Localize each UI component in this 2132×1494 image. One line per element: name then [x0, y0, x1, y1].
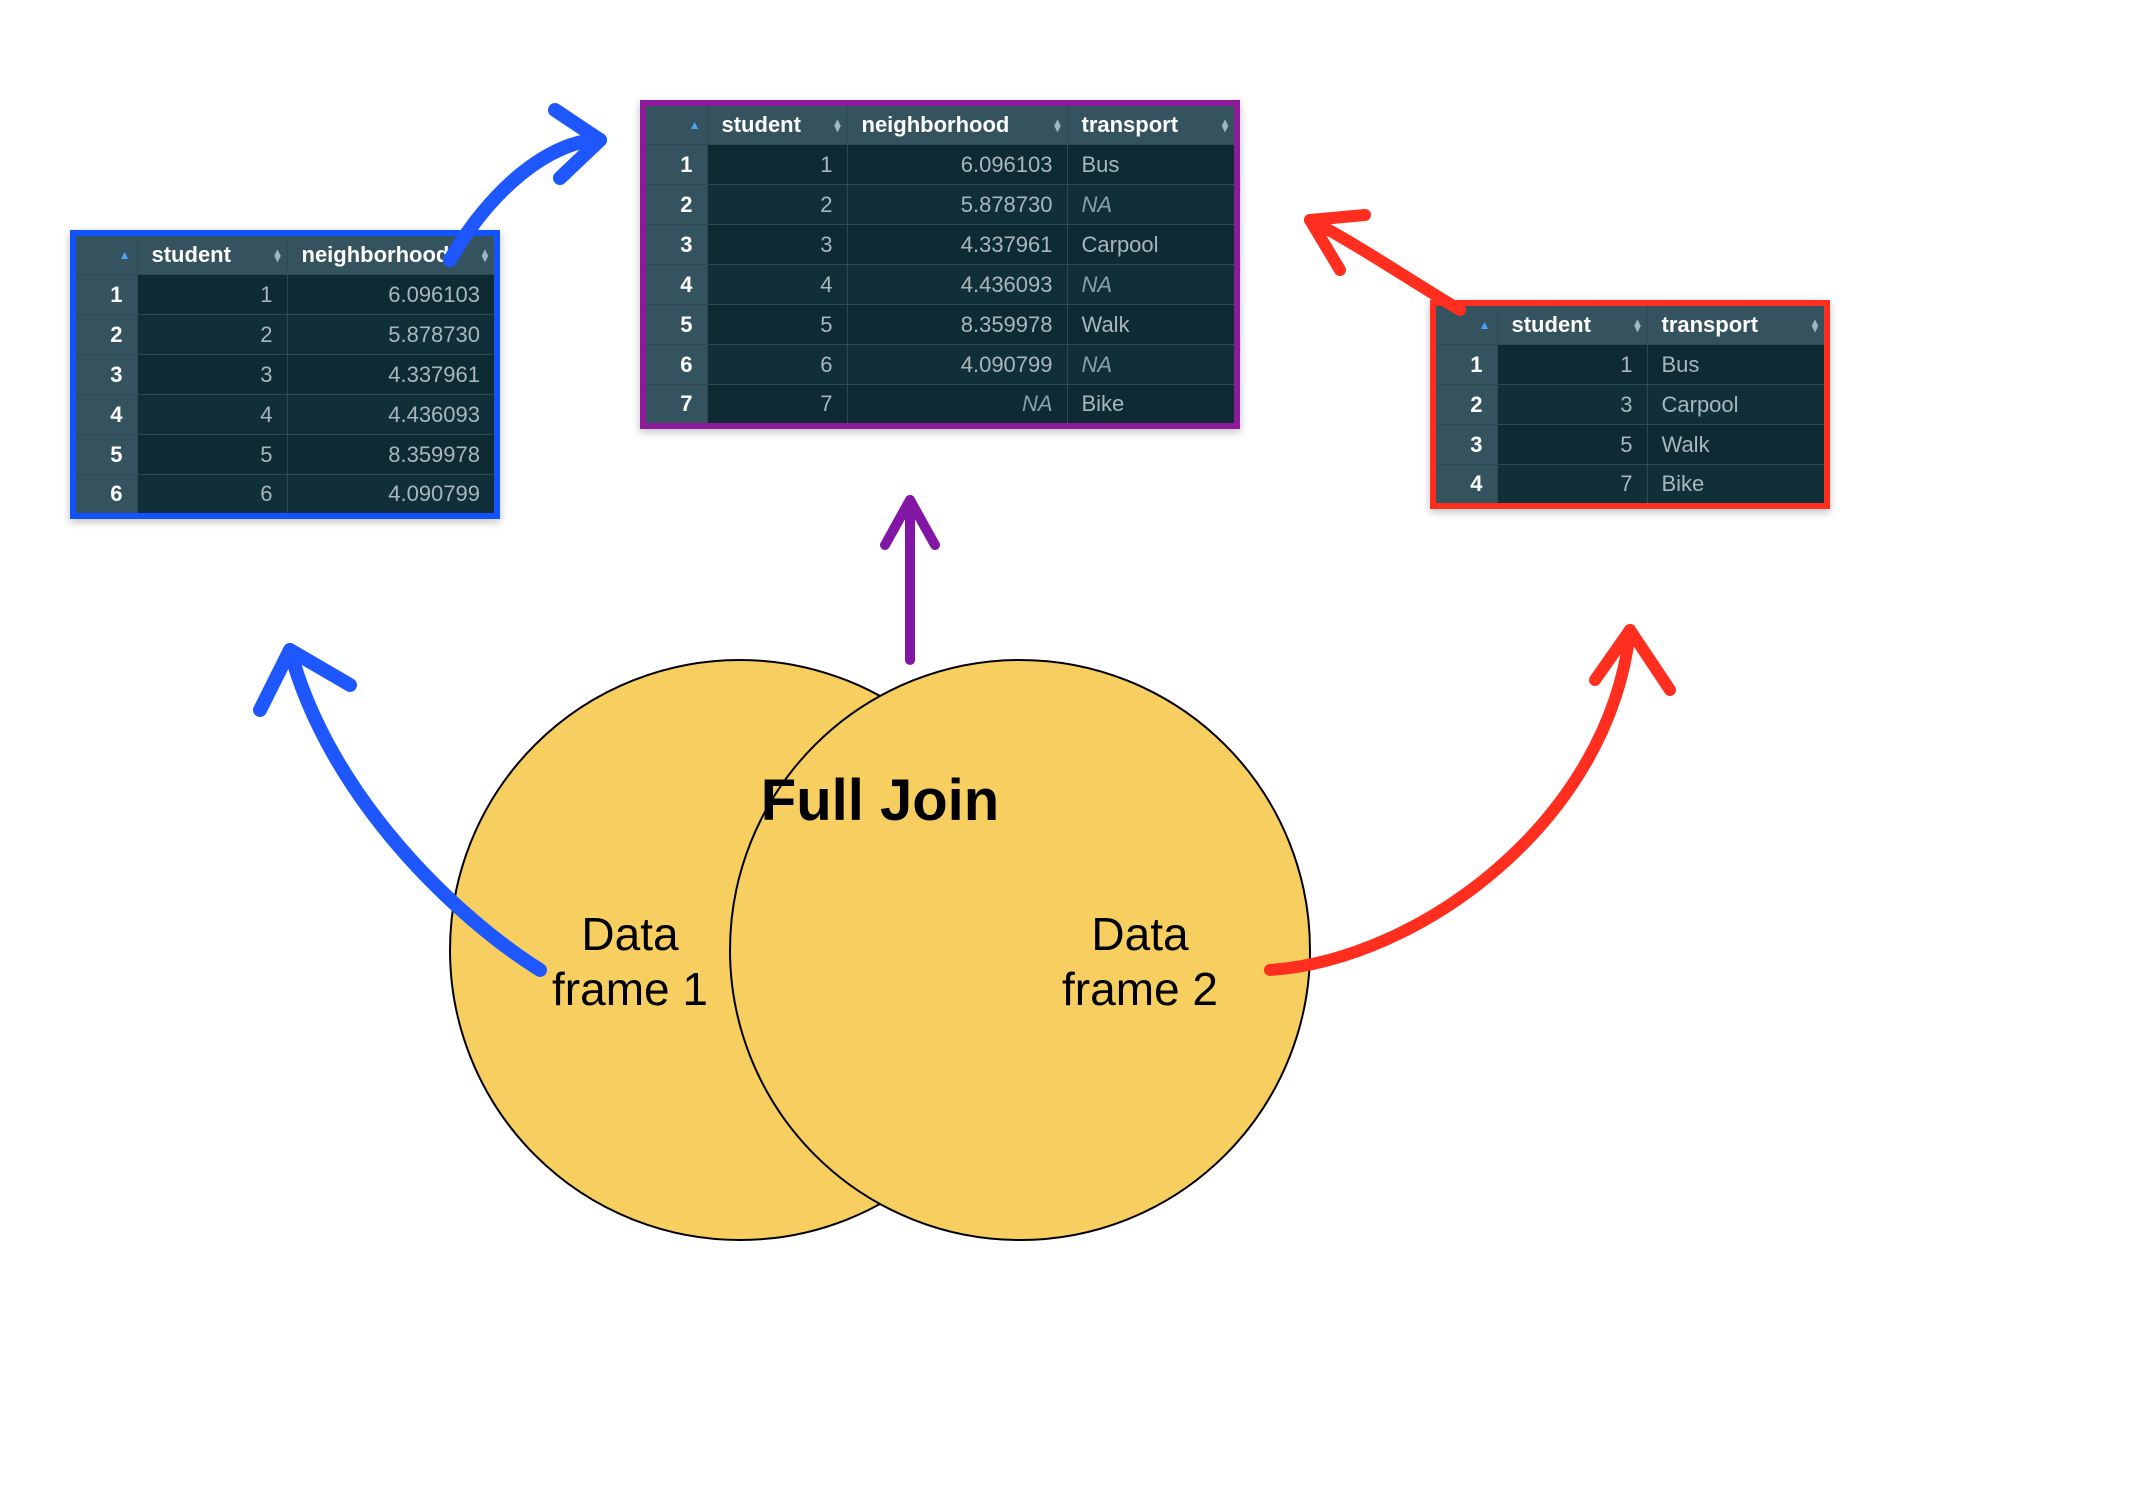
venn-right-label-1: Data: [1091, 908, 1189, 960]
diagram-canvas: ▲ student▴▾ neighborhood▴▾ 1 1 6.096103 …: [0, 0, 2132, 1494]
join-col-neighborhood: neighborhood▴▾: [847, 103, 1067, 145]
table-row: 1 1 Bus: [1433, 345, 1827, 385]
arrow-to-df1: [200, 540, 600, 1040]
table-row: 5 5 8.359978: [73, 435, 497, 475]
df2-body: 1 1 Bus 2 3 Carpool 3 5 Walk 4 7 Bike: [1433, 345, 1827, 507]
df1-col-student: student▴▾: [137, 233, 287, 275]
table-row: 6 6 4.090799 NA: [643, 345, 1237, 385]
table-row: 4 4 4.436093 NA: [643, 265, 1237, 305]
table-row: 2 3 Carpool: [1433, 385, 1827, 425]
dataframe2-table: ▲ student▴▾ transport▴▾ 1 1 Bus 2 3 Carp…: [1430, 300, 1830, 509]
table-row: 2 2 5.878730: [73, 315, 497, 355]
join-col-transport: transport▴▾: [1067, 103, 1237, 145]
df2-col-student: student▴▾: [1497, 303, 1647, 345]
join-col-student: student▴▾: [707, 103, 847, 145]
df2-col-transport: transport▴▾: [1647, 303, 1827, 345]
arrow-to-df2: [1240, 540, 1740, 1040]
arrow-df2-to-join: [1270, 180, 1490, 360]
table-row: 4 7 Bike: [1433, 465, 1827, 507]
table-row: 3 3 4.337961: [73, 355, 497, 395]
join-body: 1 1 6.096103 Bus 2 2 5.878730 NA 3 3 4.3…: [643, 145, 1237, 427]
df1-rownum-header: ▲: [73, 233, 137, 275]
table-row: 6 6 4.090799: [73, 475, 497, 517]
arrow-center-to-join: [850, 470, 970, 670]
table-row: 1 1 6.096103 Bus: [643, 145, 1237, 185]
table-row: 5 5 8.359978 Walk: [643, 305, 1237, 345]
table-row: 3 3 4.337961 Carpool: [643, 225, 1237, 265]
fulljoin-table: ▲ student▴▾ neighborhood▴▾ transport▴▾ 1…: [640, 100, 1240, 429]
df1-body: 1 1 6.096103 2 2 5.878730 3 3 4.337961 4…: [73, 275, 497, 517]
arrow-df1-to-join: [420, 100, 680, 300]
venn-right-label-2: frame 2: [1062, 963, 1218, 1015]
table-row: 2 2 5.878730 NA: [643, 185, 1237, 225]
venn-title: Full Join: [761, 768, 999, 833]
table-row: 3 5 Walk: [1433, 425, 1827, 465]
venn-right-circle: [730, 660, 1310, 1240]
table-row: 4 4 4.436093: [73, 395, 497, 435]
table-row: 7 7 NA Bike: [643, 385, 1237, 427]
